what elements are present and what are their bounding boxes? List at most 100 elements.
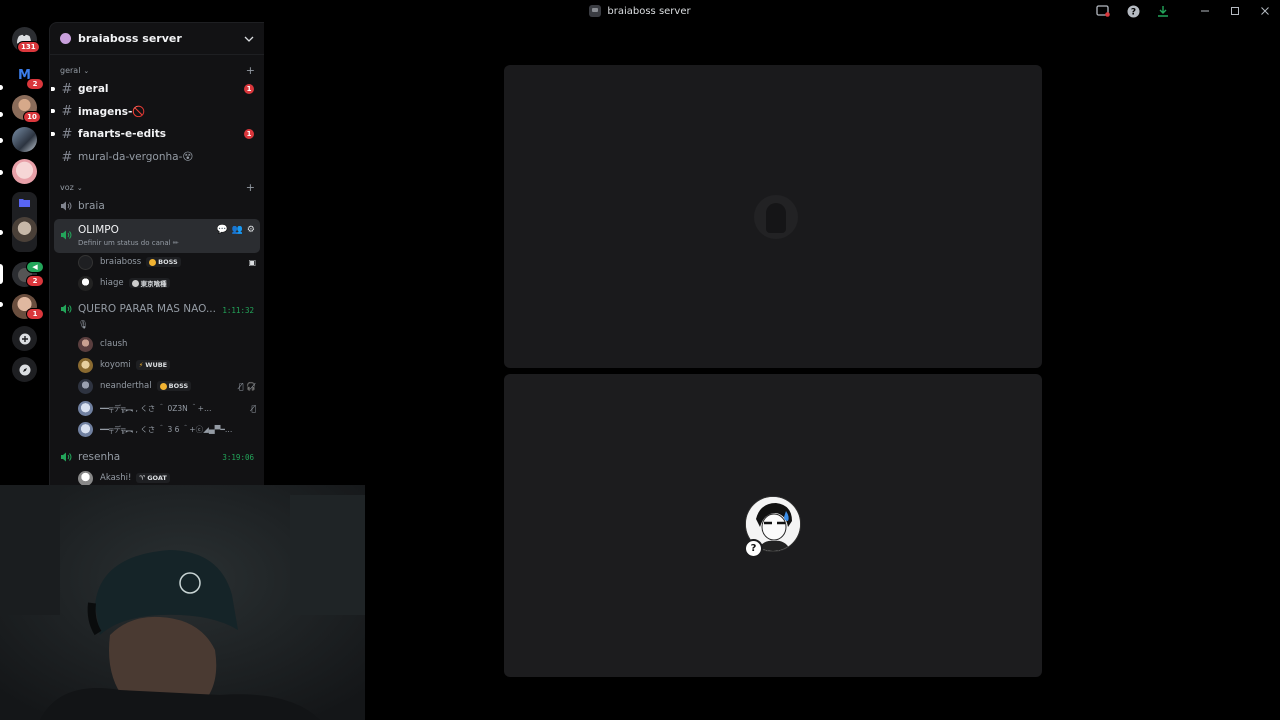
speaker-icon xyxy=(60,201,74,211)
voice-channel-quero[interactable]: QUERO PARAR MAS NAO... 1:11:32 xyxy=(54,300,260,320)
muted-icon: 🎙̸ xyxy=(251,403,256,413)
voice-channel-resenha[interactable]: resenha 3:19:06 xyxy=(54,447,260,467)
close-icon[interactable] xyxy=(1250,0,1280,22)
channel-name: QUERO PARAR MAS NAO... xyxy=(78,303,216,315)
channel-name: geral xyxy=(78,83,109,95)
voice-user[interactable]: ━━╤デ╦︻ , くさ ＾ 0Z3N ＾+… 🎙̸ xyxy=(78,399,260,417)
hash-icon: # xyxy=(61,103,73,119)
server-avatar-6[interactable]: ◀ 2 xyxy=(12,261,44,287)
avatar xyxy=(78,336,93,352)
unknown-participant-icon: ? xyxy=(744,539,763,558)
participant-tile[interactable]: ? xyxy=(504,374,1042,677)
server-avatar-3[interactable] xyxy=(12,127,37,152)
server-header[interactable]: braiaboss server xyxy=(50,23,264,55)
channel-name: OLIMPO xyxy=(78,224,119,236)
server-m[interactable]: M 2 xyxy=(12,63,44,90)
participant-avatar xyxy=(754,195,798,239)
channel-name: resenha xyxy=(78,451,121,463)
avatar xyxy=(78,400,93,416)
mention-badge: 1 xyxy=(244,129,254,139)
avatar xyxy=(78,357,93,373)
channel-name: braia xyxy=(78,200,105,212)
server-6-badge: 2 xyxy=(26,275,44,287)
chevron-down-icon xyxy=(244,36,254,42)
hash-icon: # xyxy=(61,149,73,165)
webcam-image xyxy=(0,485,365,720)
category-text[interactable]: geral ⌄ + xyxy=(60,64,255,77)
maximize-icon[interactable] xyxy=(1220,0,1250,22)
separator xyxy=(1178,0,1190,22)
server-m-badge: 2 xyxy=(26,78,44,90)
unread-pill xyxy=(0,85,3,90)
participant-tile[interactable] xyxy=(504,65,1042,368)
server-name: braiaboss server xyxy=(78,32,182,45)
channel-name: imagens-🚫 xyxy=(78,105,146,118)
unread-indicator xyxy=(51,87,55,91)
voice-user[interactable]: hiage 東京喰種 xyxy=(78,274,260,292)
home-button[interactable]: 131 xyxy=(12,27,40,53)
server-folder[interactable] xyxy=(12,192,37,252)
channel-status[interactable]: Definir um status do canal ✏ xyxy=(78,239,179,247)
guild-tag: ♈ GOAT xyxy=(136,473,170,483)
channel-name: mural-da-vergonha-😵 xyxy=(78,151,194,163)
channel-fanarts[interactable]: # fanarts-e-edits 1 xyxy=(51,124,260,144)
server-avatar-5[interactable] xyxy=(12,217,37,242)
invite-icon[interactable]: 👥 xyxy=(232,225,243,235)
goat-icon: ♈ xyxy=(139,474,146,482)
webcam-preview[interactable] xyxy=(0,485,365,720)
guild-tag: BOSS xyxy=(156,381,192,391)
server-avatar-7[interactable]: 1 xyxy=(12,294,44,320)
server-icon xyxy=(589,5,602,17)
voice-user[interactable]: koyomi ⚡ WUBE xyxy=(78,356,260,374)
username: claush xyxy=(100,339,128,349)
svg-text:?: ? xyxy=(1130,7,1135,17)
guild-tag-text: BOSS xyxy=(158,258,178,266)
gear-icon[interactable]: ⚙ xyxy=(247,225,255,235)
category-voice[interactable]: voz ⌄ + xyxy=(60,181,255,194)
skull-icon xyxy=(131,279,139,287)
chevron-down-icon: ⌄ xyxy=(83,66,90,75)
unread-indicator xyxy=(51,109,55,113)
voice-user[interactable]: Akashi! ♈ GOAT xyxy=(78,469,260,485)
server-avatar-4[interactable] xyxy=(12,159,37,184)
inbox-icon[interactable] xyxy=(1088,0,1118,22)
speaker-icon xyxy=(60,225,72,244)
voice-channel-olimpo[interactable]: OLIMPO Definir um status do canal ✏ 💬 👥 … xyxy=(54,219,260,253)
username: Akashi! xyxy=(100,473,132,483)
channel-geral[interactable]: # geral 1 xyxy=(51,79,260,99)
guild-tag: 東京喰種 xyxy=(128,278,170,288)
download-icon[interactable] xyxy=(1148,0,1178,22)
voice-user[interactable]: braiaboss BOSS ▣ xyxy=(78,253,260,271)
guild-tag: BOSS xyxy=(146,257,181,267)
unread-pill xyxy=(0,302,3,307)
folder-icon xyxy=(19,199,30,207)
unread-pill xyxy=(0,112,3,117)
help-icon[interactable]: ? xyxy=(1118,0,1148,22)
server-avatar-2[interactable]: 10 xyxy=(12,95,41,123)
voice-channel-braia[interactable]: braia xyxy=(54,196,260,216)
emoji-icon xyxy=(159,382,167,390)
selected-pill xyxy=(0,264,3,284)
channel-actions: 💬 👥 ⚙ xyxy=(216,225,255,235)
channel-sidebar: braiaboss server geral ⌄ + # geral 1 # i… xyxy=(49,22,264,485)
guild-tag: ⚡ WUBE xyxy=(135,360,171,370)
voice-user[interactable]: claush xyxy=(78,335,260,353)
server-2-badge: 10 xyxy=(23,111,41,123)
add-server-button[interactable] xyxy=(12,326,37,351)
guild-tag-text: GOAT xyxy=(147,474,167,482)
channel-imagens[interactable]: # imagens-🚫 xyxy=(51,101,260,121)
server-7-badge: 1 xyxy=(26,308,44,320)
voice-user[interactable]: neanderthal BOSS 🎙̸ 🎧̸ xyxy=(78,377,260,395)
guild-tag-text: WUBE xyxy=(145,361,168,369)
username: koyomi xyxy=(100,360,131,370)
explore-button[interactable] xyxy=(12,357,37,382)
chat-icon[interactable]: 💬 xyxy=(216,225,227,235)
window-title-text: braiaboss server xyxy=(607,5,691,17)
guild-tag-text: 東京喰種 xyxy=(140,280,167,288)
voice-user[interactable]: ━━╤デ╦︻ , くさ ＾ 3 6 ＾+ⓒ◢▄▀━… xyxy=(78,420,260,438)
minimize-icon[interactable] xyxy=(1190,0,1220,22)
window-title: braiaboss server xyxy=(589,5,691,17)
create-channel-icon[interactable]: + xyxy=(246,181,255,194)
create-channel-icon[interactable]: + xyxy=(246,64,255,77)
channel-mural[interactable]: # mural-da-vergonha-😵 xyxy=(54,147,260,167)
